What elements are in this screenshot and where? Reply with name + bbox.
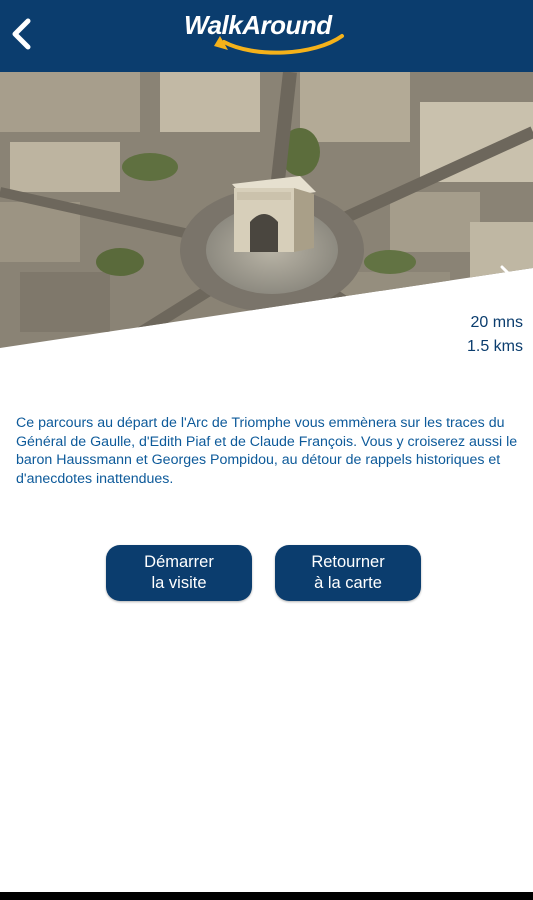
bottom-bar [0,892,533,900]
route-duration: 20 mns [470,314,523,331]
route-meta: 20 mns 1.5 kms [467,311,523,359]
hero-image [0,72,533,352]
next-image-button[interactable] [490,260,526,300]
start-visit-label-line2: la visite [151,574,207,592]
app-header: WalkAround [0,0,533,72]
start-visit-button[interactable]: Démarrer la visite [106,545,252,601]
return-to-map-button[interactable]: Retourner à la carte [275,545,421,601]
walkaround-logo: WalkAround [184,6,354,58]
chevron-right-icon [500,265,517,295]
chevron-left-icon [12,18,31,50]
return-label-line2: à la carte [314,574,382,592]
route-distance: 1.5 kms [466,338,523,355]
route-description: Ce parcours au départ de l'Arc de Triomp… [16,415,518,487]
start-visit-label-line1: Démarrer [144,553,214,571]
back-button[interactable] [2,12,42,56]
logo-text: WalkAround [184,10,332,40]
return-label-line1: Retourner [311,553,385,571]
